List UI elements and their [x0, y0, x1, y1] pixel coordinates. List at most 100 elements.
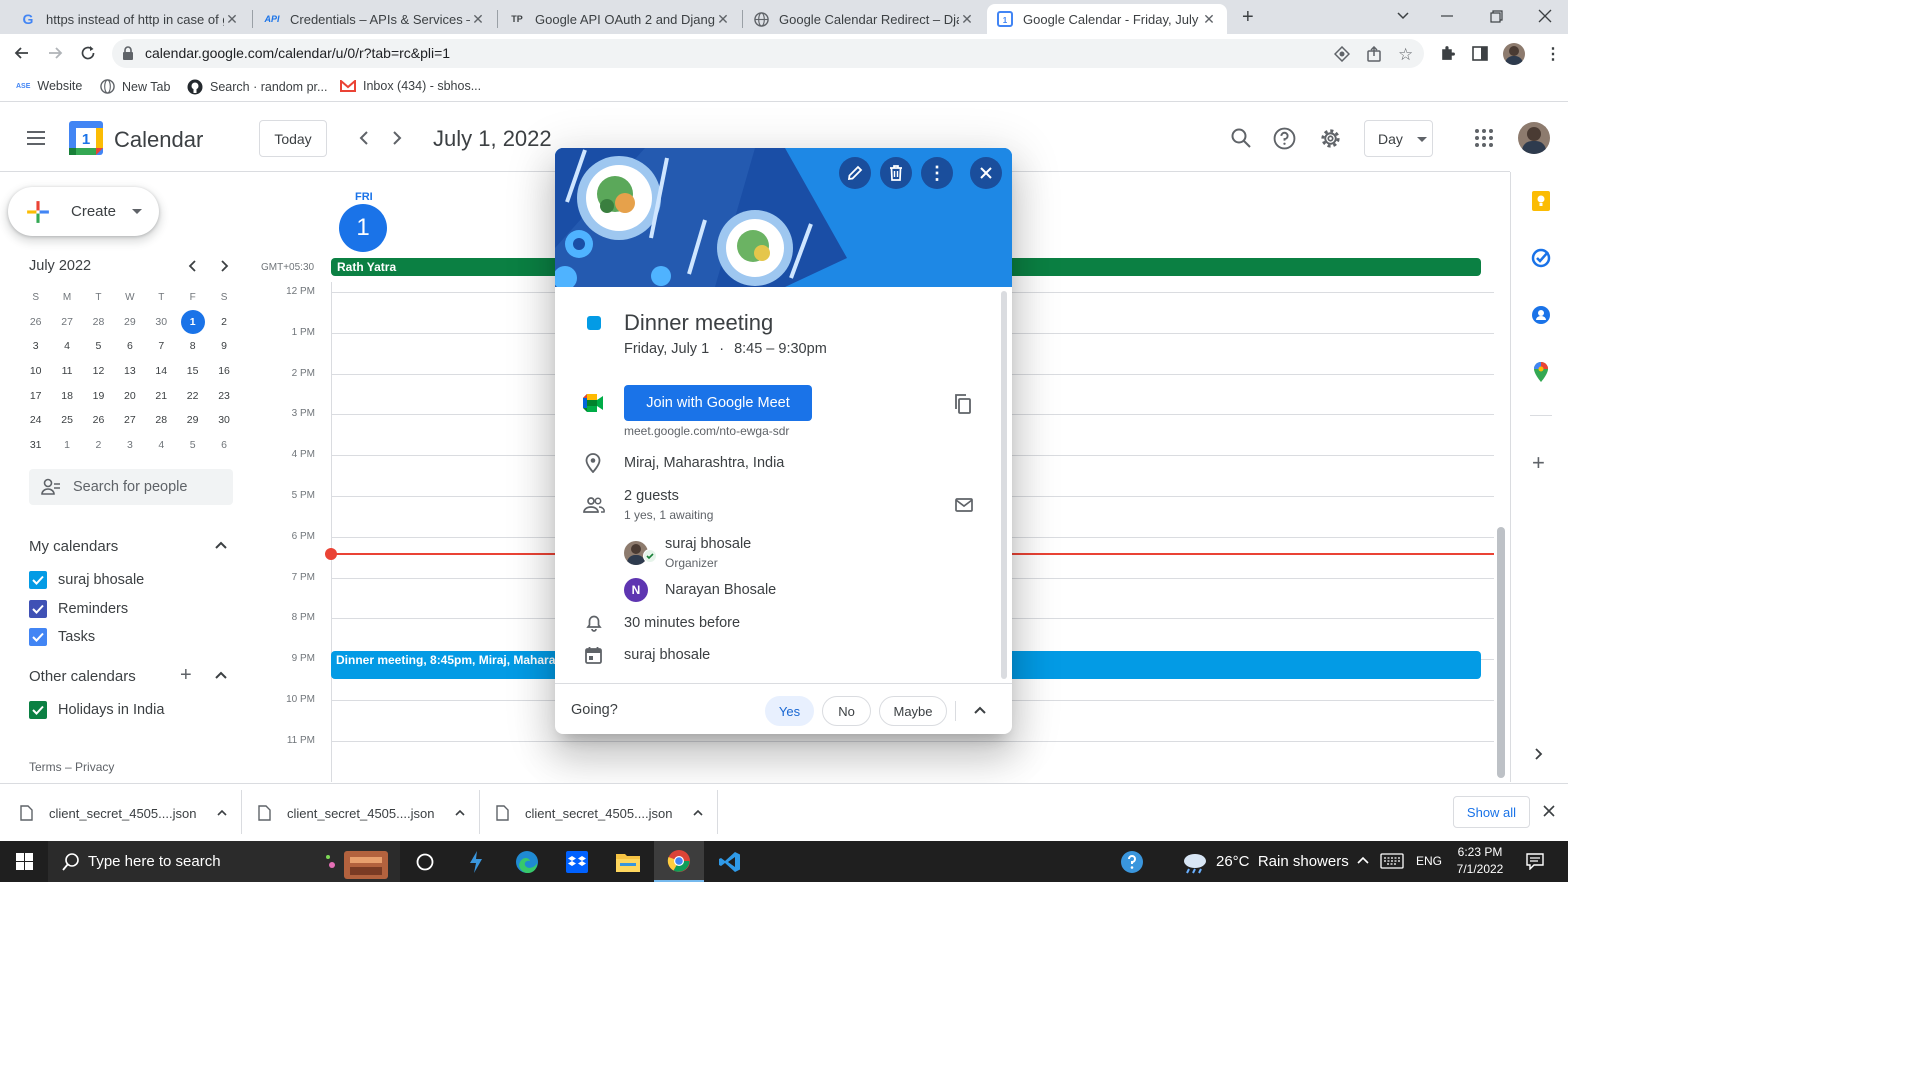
day-scrollbar[interactable]: [1497, 527, 1505, 778]
delete-event-button[interactable]: [880, 157, 912, 189]
mini-day[interactable]: 21: [146, 390, 177, 402]
mini-day[interactable]: 11: [51, 365, 82, 377]
mini-day[interactable]: 5: [83, 340, 114, 352]
guest-avatar-narayan[interactable]: N: [624, 578, 648, 602]
forward-icon[interactable]: [47, 45, 63, 61]
back-icon[interactable]: [14, 45, 30, 61]
mini-day[interactable]: 18: [51, 390, 82, 402]
close-downloads-icon[interactable]: [1543, 805, 1555, 817]
minimize-icon[interactable]: [1440, 6, 1454, 20]
day-number-circle[interactable]: 1: [339, 204, 387, 252]
show-all-downloads-button[interactable]: Show all: [1453, 796, 1530, 828]
checkbox-checked-icon[interactable]: [29, 701, 47, 719]
mini-day[interactable]: 26: [20, 316, 51, 328]
mini-day[interactable]: 19: [83, 390, 114, 402]
bookmark-website[interactable]: ASE Website: [16, 79, 82, 93]
help-icon[interactable]: [1273, 127, 1296, 150]
browser-tab-1[interactable]: G https instead of http in case of g ✕: [10, 4, 250, 34]
calendar-item-suraj[interactable]: suraj bhosale: [29, 571, 144, 589]
download-item-3[interactable]: client_secret_4505....json: [496, 798, 704, 828]
close-tab-icon[interactable]: ✕: [715, 11, 731, 28]
browser-tab-5-active[interactable]: 1 Google Calendar - Friday, July 1, ✕: [987, 4, 1227, 34]
today-button[interactable]: Today: [259, 120, 327, 157]
download-item-1[interactable]: client_secret_4505....json: [20, 798, 228, 828]
rsvp-no-button[interactable]: No: [822, 696, 871, 726]
vscode-icon[interactable]: [705, 841, 755, 882]
next-period-icon[interactable]: [390, 130, 404, 146]
bookmark-gmail[interactable]: Inbox (434) - sbhos...: [340, 79, 481, 93]
taskbar-clock[interactable]: 6:23 PM 7/1/2022: [1448, 844, 1512, 878]
dropbox-icon[interactable]: [552, 841, 602, 882]
mini-day[interactable]: 10: [20, 365, 51, 377]
mini-day[interactable]: 17: [20, 390, 51, 402]
lock-icon[interactable]: [122, 46, 134, 60]
chrome-taskbar-icon[interactable]: [654, 841, 704, 882]
chrome-profile-avatar[interactable]: [1503, 43, 1525, 65]
email-guests-icon[interactable]: [955, 498, 973, 512]
expand-rsvp-icon[interactable]: [973, 704, 987, 716]
account-avatar[interactable]: [1518, 122, 1550, 154]
mini-day[interactable]: 12: [83, 365, 114, 377]
edge-browser-icon[interactable]: [502, 841, 552, 882]
checkbox-checked-icon[interactable]: [29, 571, 47, 589]
mini-day[interactable]: 6: [208, 439, 239, 451]
mini-day[interactable]: 27: [114, 414, 145, 426]
language-indicator[interactable]: ENG: [1416, 854, 1442, 868]
mini-day[interactable]: 15: [177, 365, 208, 377]
get-addons-plus-icon[interactable]: +: [1532, 450, 1545, 476]
close-popup-button[interactable]: [970, 157, 1002, 189]
reload-icon[interactable]: [80, 45, 96, 61]
extension-eye-icon[interactable]: [1334, 46, 1350, 62]
mini-day[interactable]: 20: [114, 390, 145, 402]
chrome-menu-icon[interactable]: ⋮: [1545, 44, 1561, 64]
bookmark-star-icon[interactable]: ☆: [1398, 45, 1413, 65]
close-tab-icon[interactable]: ✕: [959, 11, 975, 28]
more-options-button[interactable]: ⋮: [921, 157, 953, 189]
mini-day[interactable]: 30: [146, 316, 177, 328]
mini-day[interactable]: 30: [208, 414, 239, 426]
search-people-input[interactable]: Search for people: [29, 469, 233, 505]
mini-day[interactable]: 14: [146, 365, 177, 377]
file-explorer-icon[interactable]: [603, 841, 653, 882]
calendar-item-tasks[interactable]: Tasks: [29, 628, 95, 646]
mini-day[interactable]: 7: [146, 340, 177, 352]
azure-data-studio-icon[interactable]: [451, 841, 501, 882]
browser-tab-2[interactable]: API Credentials – APIs & Services – M ✕: [254, 4, 496, 34]
mini-day[interactable]: 24: [20, 414, 51, 426]
windows-start-icon[interactable]: [0, 841, 48, 882]
chevron-up-icon[interactable]: [216, 808, 228, 818]
close-window-icon[interactable]: [1538, 9, 1552, 23]
join-google-meet-button[interactable]: Join with Google Meet: [624, 385, 812, 421]
mini-day[interactable]: 9: [208, 340, 239, 352]
weather-text[interactable]: 26°C Rain showers: [1216, 853, 1349, 870]
close-tab-icon[interactable]: ✕: [224, 11, 240, 28]
chevron-up-icon[interactable]: [454, 808, 466, 818]
mini-day[interactable]: 1: [51, 439, 82, 451]
mini-day[interactable]: 5: [177, 439, 208, 451]
calendar-item-holidays[interactable]: Holidays in India: [29, 701, 164, 719]
weather-rain-icon[interactable]: [1182, 852, 1208, 874]
close-tab-icon[interactable]: ✕: [470, 11, 486, 28]
browser-tab-3[interactable]: TP Google API OAuth 2 and Django ✕: [499, 4, 741, 34]
mini-day[interactable]: 29: [114, 316, 145, 328]
mini-day[interactable]: 13: [114, 365, 145, 377]
apps-grid-icon[interactable]: [1474, 128, 1494, 148]
bookmark-github[interactable]: Search · random pr...: [187, 79, 327, 95]
maps-icon[interactable]: [1533, 362, 1549, 382]
checkbox-checked-icon[interactable]: [29, 628, 47, 646]
download-item-2[interactable]: client_secret_4505....json: [258, 798, 466, 828]
rsvp-maybe-button[interactable]: Maybe: [879, 696, 947, 726]
create-button[interactable]: Create: [8, 187, 159, 236]
mini-day[interactable]: 2: [83, 439, 114, 451]
share-icon[interactable]: [1366, 46, 1382, 62]
mini-day-selected[interactable]: 1: [177, 309, 208, 334]
meet-link[interactable]: meet.google.com/nto-ewga-sdr: [624, 424, 789, 438]
side-panel-icon[interactable]: [1472, 46, 1488, 61]
mini-day[interactable]: 16: [208, 365, 239, 377]
rsvp-yes-button[interactable]: Yes: [765, 696, 814, 726]
mini-day[interactable]: 23: [208, 390, 239, 402]
copy-link-icon[interactable]: [954, 394, 972, 414]
settings-gear-icon[interactable]: [1319, 127, 1342, 150]
bookmark-new-tab[interactable]: New Tab: [100, 79, 170, 94]
checkbox-checked-icon[interactable]: [29, 600, 47, 618]
